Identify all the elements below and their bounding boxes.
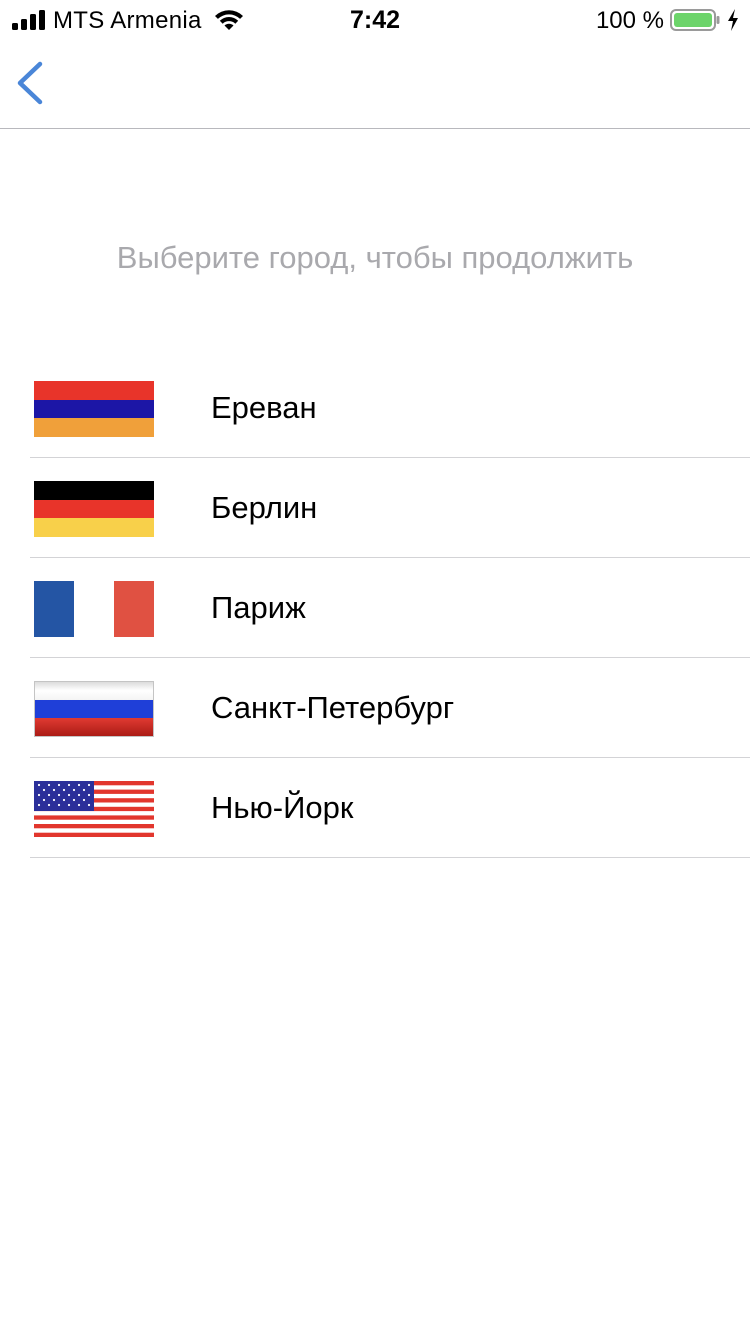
back-button[interactable] xyxy=(12,58,56,108)
city-name: Ереван xyxy=(211,390,317,425)
city-row-saint-petersburg[interactable]: Санкт-Петербург xyxy=(0,658,750,758)
germany-flag-icon xyxy=(34,481,154,537)
charging-bolt-icon xyxy=(728,9,738,31)
status-bar: MTS Armenia 7:42 100 % xyxy=(0,0,750,40)
russia-flag-icon xyxy=(34,681,154,737)
city-list: Ереван Берлин Париж Санкт-Петербург Нью-… xyxy=(0,358,750,858)
select-city-prompt: Выберите город, чтобы продолжить xyxy=(116,240,634,275)
city-row-berlin[interactable]: Берлин xyxy=(0,458,750,558)
battery-percentage: 100 % xyxy=(595,7,664,34)
city-row-paris[interactable]: Париж xyxy=(0,558,750,658)
navigation-bar xyxy=(0,40,750,129)
city-row-new-york[interactable]: Нью-Йорк xyxy=(0,758,750,858)
city-name: Нью-Йорк xyxy=(211,790,354,825)
battery-icon xyxy=(670,9,720,31)
city-name: Берлин xyxy=(211,490,318,525)
city-name: Париж xyxy=(211,590,306,625)
chevron-left-icon xyxy=(17,61,43,105)
usa-flag-icon xyxy=(34,781,154,837)
city-row-yerevan[interactable]: Ереван xyxy=(0,358,750,458)
row-divider xyxy=(30,857,750,858)
city-name: Санкт-Петербург xyxy=(211,690,455,725)
armenia-flag-icon xyxy=(34,381,154,437)
france-flag-icon xyxy=(34,581,154,637)
